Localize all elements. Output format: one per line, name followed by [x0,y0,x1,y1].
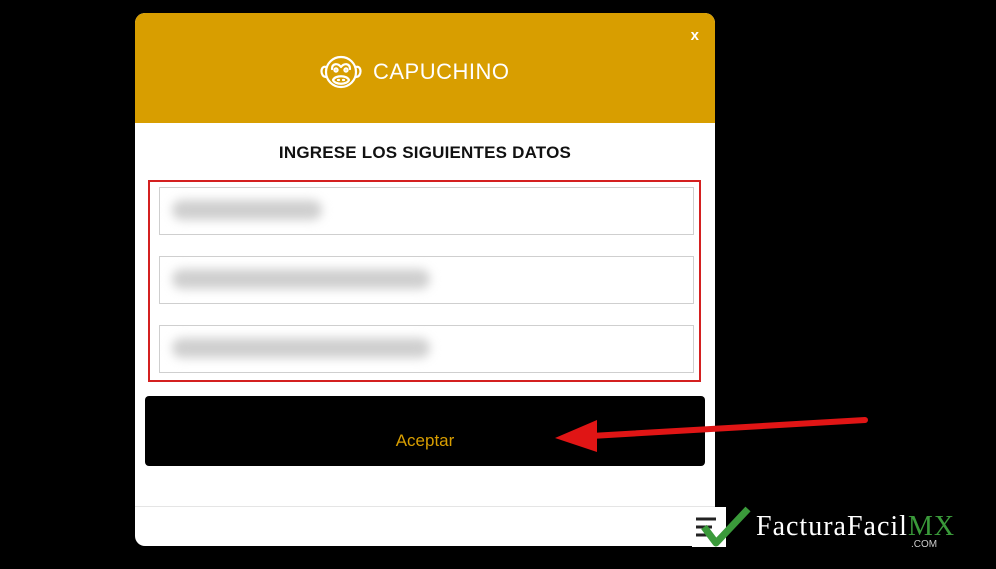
blurred-value [172,338,430,358]
form-fields-highlight [148,180,701,382]
watermark: FacturaFacilMX .COM [690,505,955,550]
data-entry-modal: x CAPUCHINO INGRESE LOS SIGUIENTES DATOS [135,13,715,546]
check-logo-icon [692,506,751,547]
monkey-icon [320,55,362,89]
input-field-1[interactable] [159,187,694,235]
modal-title: INGRESE LOS SIGUIENTES DATOS [278,143,572,162]
brand-logo: CAPUCHINO [317,47,510,97]
blurred-value [172,269,430,289]
watermark-domain: .COM [910,539,938,550]
input-field-2[interactable] [159,256,694,304]
close-button[interactable]: x [691,27,699,44]
modal-header: x CAPUCHINO [135,13,715,123]
footer-divider [135,506,715,507]
input-field-3[interactable] [159,325,694,373]
brand-name: CAPUCHINO [373,59,510,84]
blurred-value [172,200,322,220]
red-arrow-icon [555,417,868,452]
